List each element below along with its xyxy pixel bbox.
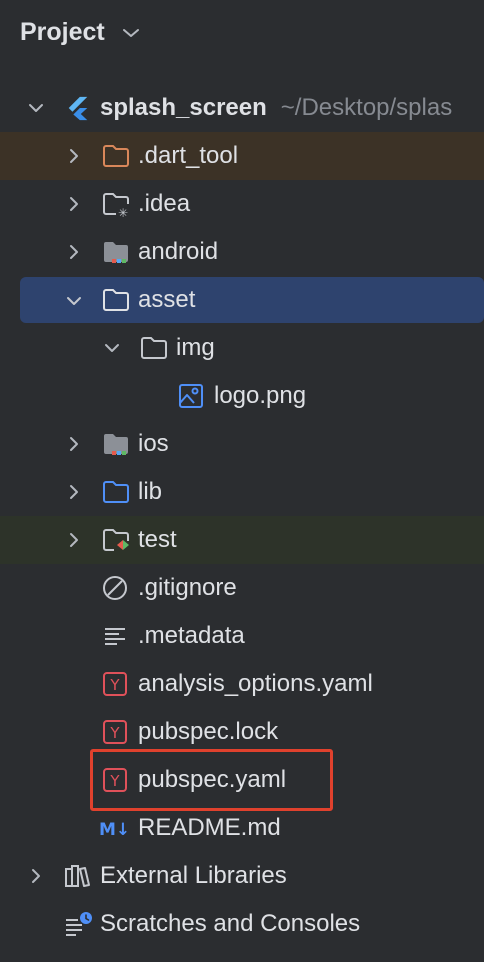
tree-row-ios[interactable]: ios — [0, 420, 484, 468]
tree-row-android[interactable]: android — [0, 228, 484, 276]
tree-label: .gitignore — [138, 574, 237, 601]
tree-row-test[interactable]: test — [0, 516, 484, 564]
chevron-down-icon[interactable] — [28, 100, 44, 116]
settings-folder-icon: ✳ — [103, 193, 129, 217]
tree-row-img[interactable]: img — [0, 324, 484, 372]
image-file-icon — [179, 384, 203, 408]
tree-row-logo[interactable]: logo.png — [0, 372, 484, 420]
tree-row-analysis-options[interactable]: Y analysis_options.yaml — [0, 660, 484, 708]
svg-text:M↓: M↓ — [99, 820, 130, 840]
module-folder-icon — [104, 434, 128, 455]
tree-row-lib[interactable]: lib — [0, 468, 484, 516]
tree-label: asset — [138, 286, 196, 313]
annotation-highlight-box — [90, 749, 333, 811]
tree-row-scratches[interactable]: Scratches and Consoles — [0, 900, 484, 948]
chevron-right-icon[interactable] — [66, 532, 82, 548]
tree-label: Scratches and Consoles — [100, 910, 361, 937]
chevron-right-icon[interactable] — [66, 436, 82, 452]
chevron-down-icon[interactable] — [104, 340, 120, 356]
tree-row-metadata[interactable]: .metadata — [0, 612, 484, 660]
chevron-down-icon[interactable] — [122, 26, 140, 40]
tree-label: logo.png — [214, 382, 307, 409]
tree-row-asset[interactable]: asset — [20, 277, 484, 323]
tree-label: img — [176, 334, 215, 361]
svg-text:✳: ✳ — [118, 206, 128, 217]
folder-icon — [141, 337, 167, 359]
tree-label: External Libraries — [100, 862, 287, 889]
yaml-file-icon: Y — [103, 720, 127, 744]
excluded-folder-icon — [103, 145, 129, 167]
tree-label: README.md — [138, 814, 281, 841]
source-folder-icon — [103, 481, 129, 503]
tree-row-dart-tool[interactable]: .dart_tool — [0, 132, 484, 180]
yaml-file-icon: Y — [103, 672, 127, 696]
tree-label: .idea — [138, 190, 191, 217]
tree-label: ios — [138, 430, 169, 457]
tree-row-readme[interactable]: M↓ README.md — [0, 804, 484, 852]
tree-label: analysis_options.yaml — [138, 670, 373, 697]
ignore-file-icon — [103, 576, 127, 600]
tree-row-gitignore[interactable]: .gitignore — [0, 564, 484, 612]
chevron-right-icon[interactable] — [66, 148, 82, 164]
tree-label: lib — [138, 478, 163, 505]
tree-label: pubspec.lock — [138, 718, 279, 745]
chevron-down-icon[interactable] — [66, 293, 82, 309]
module-folder-icon — [104, 242, 128, 263]
tree-row-idea[interactable]: ✳ .idea — [0, 180, 484, 228]
tree-row-external-libraries[interactable]: External Libraries — [0, 852, 484, 900]
tree-label-root: splash_screen ~/Desktop/splas — [100, 94, 453, 121]
project-view-header: Project — [0, 0, 484, 72]
chevron-right-icon[interactable] — [66, 484, 82, 500]
tree-row-root[interactable]: splash_screen ~/Desktop/splas — [0, 84, 484, 132]
markdown-file-icon: M↓ — [99, 820, 130, 840]
chevron-right-icon[interactable] — [66, 244, 82, 260]
project-view-title[interactable]: Project — [20, 18, 105, 47]
svg-text:Y: Y — [109, 724, 120, 742]
test-folder-icon — [103, 529, 129, 551]
svg-text:Y: Y — [109, 676, 120, 694]
text-file-icon — [105, 628, 125, 645]
tree-label: test — [138, 526, 177, 553]
tree-label: .metadata — [138, 622, 245, 649]
tree-label: .dart_tool — [138, 142, 239, 169]
folder-icon — [103, 289, 129, 311]
chevron-right-icon[interactable] — [66, 196, 82, 212]
tree-label: android — [138, 238, 219, 265]
scratches-icon — [66, 912, 92, 936]
library-icon — [65, 865, 90, 887]
chevron-right-icon[interactable] — [28, 868, 44, 884]
flutter-icon — [68, 96, 88, 121]
project-path: ~/Desktop/splas — [280, 94, 453, 121]
